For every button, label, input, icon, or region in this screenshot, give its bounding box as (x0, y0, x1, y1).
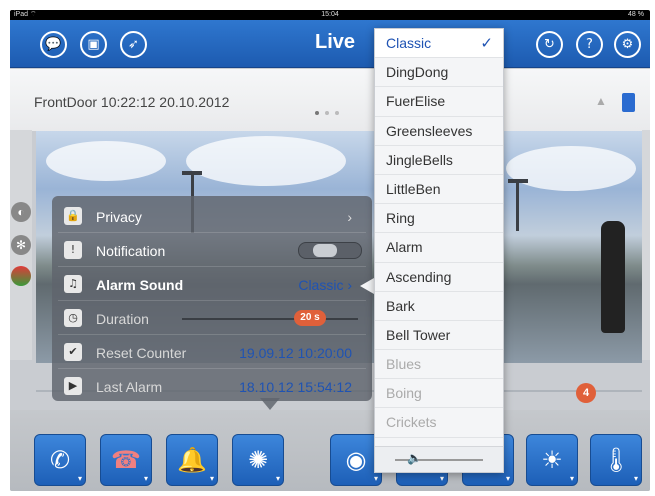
dropdown-pointer (360, 278, 374, 294)
page-indicator[interactable] (315, 102, 345, 120)
volume-slider[interactable]: 🔈 (375, 446, 503, 472)
row-label: Last Alarm (96, 379, 163, 395)
event-count-badge[interactable]: 4 (576, 383, 596, 403)
sound-option[interactable]: LittleBen (375, 175, 503, 205)
sound-option-label: Blues (386, 356, 422, 373)
reset-counter-value: 19.09.12 10:20:00 (239, 345, 352, 361)
page-title: Live (315, 31, 356, 53)
last-alarm-value: 18.10.12 15:54:12 (239, 379, 352, 395)
popup-pointer (260, 398, 280, 410)
sound-option-label: Ascending (386, 268, 452, 285)
status-bar: iPad ⌔ 15:04 48 % (10, 10, 650, 20)
sound-option-label: Alarm (386, 239, 423, 256)
sound-option-label: Classic (386, 35, 432, 51)
sound-option[interactable]: Classic ✓ (375, 29, 503, 59)
last-alarm-row[interactable]: ▶ Last Alarm 18.10.12 15:54:12 (58, 370, 366, 403)
sound-option[interactable]: Ring (375, 204, 503, 234)
sound-option[interactable]: JingleBells (375, 146, 503, 175)
row-label: Alarm Sound (96, 277, 184, 293)
phone-icon[interactable]: ✆ ▾ (34, 434, 86, 486)
color-icon[interactable] (11, 266, 31, 286)
music-icon: ♫ (64, 275, 82, 293)
clock-icon: ◷ (64, 309, 82, 327)
contrast-icon[interactable]: ◐ (11, 202, 31, 222)
bell-icon[interactable]: 🔔 ▾ (166, 434, 218, 486)
reset-counter-row[interactable]: ✔ Reset Counter 19.09.12 10:20:00 (58, 336, 366, 369)
sound-option[interactable]: Blues (375, 350, 503, 380)
sound-option[interactable]: Greensleeves (375, 117, 503, 146)
sound-option[interactable]: Bark (375, 292, 503, 321)
battery-level: 48 % (628, 11, 644, 18)
bell-status-icon: ▲ (595, 94, 607, 108)
duration-value[interactable]: 20 s (294, 310, 326, 326)
hangup-icon[interactable]: ☎ ▾ (100, 434, 152, 486)
sound-option[interactable]: Boing (375, 379, 503, 409)
row-label: Privacy (96, 209, 142, 225)
siren-icon[interactable]: ✺ ▾ (232, 434, 284, 486)
alarm-sound-row[interactable]: ♫ Alarm Sound Classic › (58, 268, 366, 301)
window-icon[interactable]: ▣ (80, 31, 107, 58)
row-label: Reset Counter (96, 345, 187, 361)
person-figure (601, 221, 625, 333)
ipad-screen: iPad ⌔ 15:04 48 % 💬 ▣ ➶ Live ↻ ? ⚙ Front… (10, 10, 650, 491)
clock: 15:04 (321, 11, 339, 18)
sound-option[interactable]: Bell Tower (375, 321, 503, 351)
sound-option[interactable]: Crickets (375, 408, 503, 438)
sound-option-label: Greensleeves (386, 122, 473, 139)
refresh-icon[interactable]: ↻ (536, 31, 563, 58)
duration-row: ◷ Duration 20 s (58, 302, 366, 335)
light-icon[interactable]: ☀ ▾ (526, 434, 578, 486)
alarm-sound-value: Classic › (298, 277, 352, 293)
camera-status-icon (622, 93, 635, 112)
compass-icon[interactable]: ➶ (120, 31, 147, 58)
sound-option[interactable]: DingDong (375, 58, 503, 88)
play-icon: ▶ (64, 377, 82, 395)
privacy-row[interactable]: 🔒 Privacy › (58, 200, 366, 233)
settings-icon[interactable]: ⚙ (614, 31, 641, 58)
notification-row: ! Notification (58, 234, 366, 267)
chat-icon[interactable]: 💬 (40, 31, 67, 58)
lock-icon: 🔒 (64, 207, 82, 225)
sound-option-label: LittleBen (386, 180, 441, 197)
speaker-icon: 🔈 (407, 451, 422, 465)
alarm-sound-dropdown: Classic ✓ DingDong FuerElise Greensleeves Jin… (374, 28, 504, 473)
thermometer-icon[interactable]: 🌡 ▾ (590, 434, 642, 486)
duration-slider[interactable] (182, 318, 358, 320)
brightness-icon[interactable]: ✻ (11, 235, 31, 255)
help-icon[interactable]: ? (576, 31, 603, 58)
sound-option[interactable]: Alarm (375, 233, 503, 263)
sound-option-label: Bell Tower (386, 326, 451, 343)
sound-option-label: Bark (386, 297, 415, 314)
checkmark-icon: ✓ (480, 35, 493, 52)
sound-option-label: Crickets (386, 414, 437, 431)
toolbar: ✆▾ ☎▾ 🔔▾ ✺▾ ◉▾ ▭▾ ▯▾ ☀▾ 🌡▾ (10, 410, 650, 491)
sound-option[interactable]: Ascending (375, 263, 503, 292)
sound-option[interactable]: FuerElise (375, 87, 503, 117)
camera-label: FrontDoor 10:22:12 20.10.2012 (34, 94, 230, 110)
nav-bar: 💬 ▣ ➶ Live ↻ ? ⚙ (10, 20, 650, 68)
right-side-panel (642, 130, 650, 360)
sound-option-label: JingleBells (386, 151, 453, 168)
check-icon: ✔ (64, 343, 82, 361)
row-label: Notification (96, 243, 166, 259)
chevron-right-icon: › (347, 209, 352, 225)
notification-toggle[interactable] (298, 242, 362, 259)
row-label: Duration (96, 311, 149, 327)
exclamation-icon: ! (64, 241, 82, 259)
alarm-settings-popup: 🔒 Privacy › ! Notification ♫ Alarm Sound… (52, 196, 372, 401)
sound-option-label: Ring (386, 210, 415, 227)
camera-info-bar: FrontDoor 10:22:12 20.10.2012 ▲ (10, 69, 650, 131)
sound-option-label: Boing (386, 385, 422, 402)
sound-option-label: FuerElise (386, 93, 446, 110)
left-side-panel: ◐ ✻ (10, 130, 32, 360)
sound-option-label: DingDong (386, 64, 449, 81)
